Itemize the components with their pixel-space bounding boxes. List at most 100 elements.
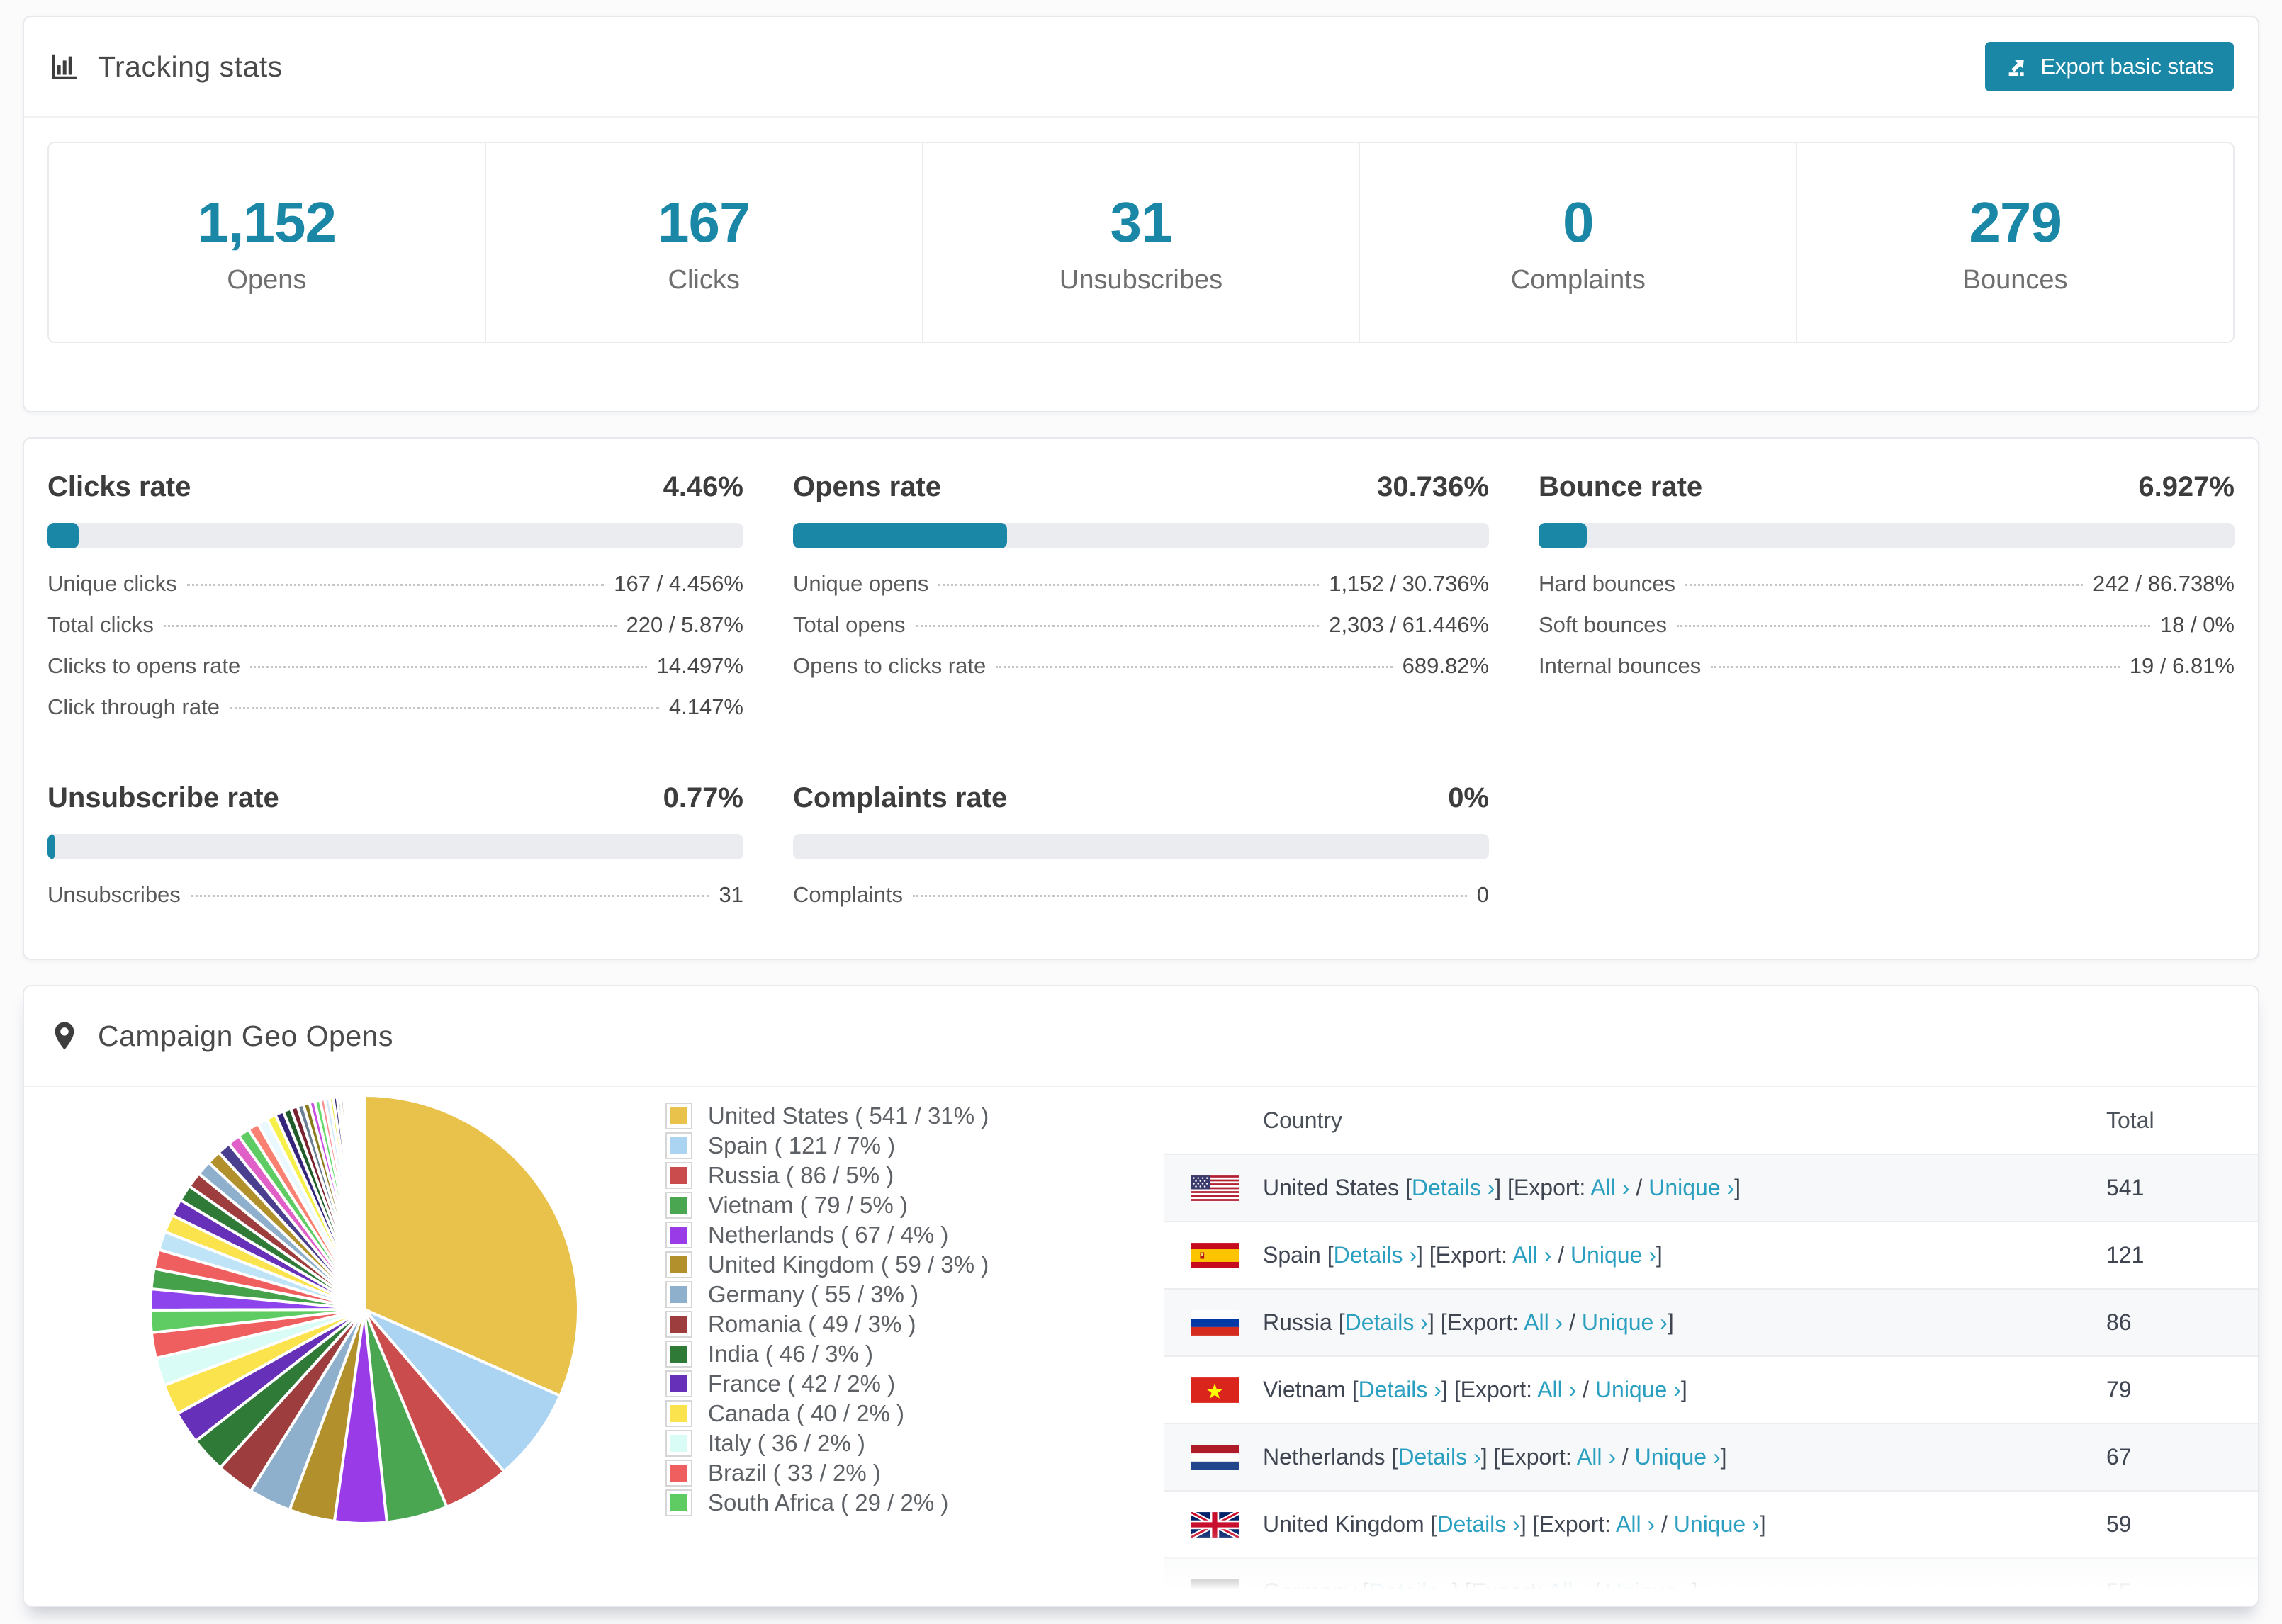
country-cell: Netherlands [Details ›] [Export: All › /… bbox=[1263, 1444, 1726, 1470]
export-all-link[interactable]: All › bbox=[1537, 1377, 1576, 1402]
rate-row: Internal bounces 19 / 6.81% bbox=[1539, 653, 2235, 694]
legend-swatch bbox=[665, 1311, 692, 1338]
details-link[interactable]: Details › bbox=[1334, 1242, 1417, 1268]
details-link[interactable]: Details › bbox=[1437, 1511, 1519, 1537]
rate-row: Unsubscribes 31 bbox=[47, 882, 743, 923]
dotted-leader bbox=[186, 584, 605, 586]
legend-item-germany: Germany ( 55 / 3% ) bbox=[665, 1280, 989, 1309]
geo-body: United States ( 541 / 31% ) Spain ( 121 /… bbox=[24, 1087, 2258, 1606]
tracking-stats-card: Tracking stats Export basic stats 1,152 O… bbox=[23, 16, 2259, 412]
bracket-text: / bbox=[1551, 1242, 1570, 1268]
geo-table-row-nl: Netherlands [Details ›] [Export: All › /… bbox=[1164, 1423, 2258, 1490]
total-column-header: Total bbox=[2106, 1107, 2154, 1133]
campaign-geo-opens-card: Campaign Geo Opens United States ( 541 /… bbox=[23, 985, 2259, 1607]
export-unique-link[interactable]: Unique › bbox=[1595, 1377, 1681, 1402]
bracket-text: ] bbox=[1691, 1579, 1698, 1604]
legend-item-united-states: United States ( 541 / 31% ) bbox=[665, 1101, 989, 1131]
legend-swatch bbox=[665, 1162, 692, 1189]
bracket-text: / bbox=[1655, 1511, 1674, 1537]
rate-head: Unsubscribe rate 0.77% bbox=[47, 782, 743, 814]
rates-grid: Clicks rate 4.46% Unique clicks 167 / 4.456… bbox=[24, 439, 2258, 923]
export-unique-link[interactable]: Unique › bbox=[1674, 1511, 1760, 1537]
stat-complaints: 0 Complaints bbox=[1359, 143, 1796, 342]
rate-value: 6.927% bbox=[2138, 471, 2235, 502]
stat-clicks: 167 Clicks bbox=[484, 143, 922, 342]
legend-swatch bbox=[665, 1489, 692, 1516]
dotted-leader bbox=[915, 625, 1320, 627]
export-all-link[interactable]: All › bbox=[1512, 1242, 1551, 1268]
country-column-header: Country bbox=[1263, 1107, 1343, 1133]
total-cell: 121 bbox=[2106, 1242, 2145, 1268]
bracket-text: ] [Export: bbox=[1451, 1579, 1548, 1604]
legend-swatch bbox=[665, 1341, 692, 1368]
legend-swatch bbox=[665, 1132, 692, 1159]
details-link[interactable]: Details › bbox=[1359, 1377, 1441, 1402]
geo-table-row-es: Spain [Details ›] [Export: All › / Uniqu… bbox=[1164, 1221, 2258, 1288]
country-cell: United Kingdom [Details ›] [Export: All … bbox=[1263, 1511, 1766, 1538]
rate-row: Hard bounces 242 / 86.738% bbox=[1539, 571, 2235, 612]
rate-progress-bar bbox=[47, 834, 743, 859]
page-title: Tracking stats bbox=[98, 50, 283, 83]
rate-title: Opens rate bbox=[793, 471, 941, 502]
rate-head: Clicks rate 4.46% bbox=[47, 471, 743, 503]
total-cell: 86 bbox=[2106, 1309, 2132, 1335]
rate-row-value: 18 / 0% bbox=[2159, 612, 2235, 637]
us-flag-icon bbox=[1191, 1175, 1263, 1201]
geo-table-row-vn: Vietnam [Details ›] [Export: All › / Uni… bbox=[1164, 1355, 2258, 1423]
stat-value: 1,152 bbox=[197, 190, 337, 254]
legend-swatch bbox=[665, 1460, 692, 1487]
geo-table-header: Country Total bbox=[1164, 1087, 2258, 1154]
export-unique-link[interactable]: Unique › bbox=[1635, 1444, 1721, 1470]
export-basic-stats-button[interactable]: Export basic stats bbox=[1985, 42, 2234, 91]
stat-unsubscribes: 31 Unsubscribes bbox=[921, 143, 1359, 342]
rate-rows: Unsubscribes 31 bbox=[47, 882, 743, 923]
export-unique-link[interactable]: Unique › bbox=[1606, 1579, 1692, 1604]
total-cell: 541 bbox=[2106, 1175, 2145, 1200]
rate-title: Clicks rate bbox=[47, 471, 191, 502]
legend-swatch bbox=[665, 1430, 692, 1457]
details-link[interactable]: Details › bbox=[1412, 1175, 1495, 1200]
export-all-link[interactable]: All › bbox=[1616, 1511, 1655, 1537]
export-all-link[interactable]: All › bbox=[1590, 1175, 1629, 1200]
rate-row-label: Hard bounces bbox=[1539, 571, 1676, 596]
export-unique-link[interactable]: Unique › bbox=[1570, 1242, 1656, 1268]
dotted-leader bbox=[250, 666, 647, 668]
legend-item-spain: Spain ( 121 / 7% ) bbox=[665, 1131, 989, 1161]
rate-row-value: 19 / 6.81% bbox=[2129, 653, 2235, 678]
stat-value: 31 bbox=[1110, 190, 1173, 254]
legend-label: Brazil ( 33 / 2% ) bbox=[708, 1460, 881, 1486]
stat-label: Opens bbox=[227, 264, 307, 295]
export-unique-link[interactable]: Unique › bbox=[1582, 1309, 1668, 1335]
rate-progress-bar bbox=[793, 834, 1489, 859]
rate-row-label: Unique clicks bbox=[47, 571, 177, 596]
bracket-text: ] bbox=[1680, 1377, 1687, 1402]
details-link[interactable]: Details › bbox=[1345, 1309, 1428, 1335]
stat-label: Unsubscribes bbox=[1059, 264, 1223, 295]
rate-row-label: Soft bounces bbox=[1539, 612, 1667, 637]
bracket-text: Spain [ bbox=[1263, 1242, 1334, 1268]
total-cell: 55 bbox=[2106, 1579, 2132, 1604]
rate-row-label: Complaints bbox=[793, 882, 904, 907]
rate-row: Unique opens 1,152 / 30.736% bbox=[793, 571, 1489, 612]
legend-swatch bbox=[665, 1281, 692, 1308]
details-link[interactable]: Details › bbox=[1398, 1444, 1480, 1470]
rate-row-value: 31 bbox=[719, 882, 743, 907]
rate-rows: Hard bounces 242 / 86.738% Soft bounces 18 … bbox=[1539, 571, 2235, 694]
legend-swatch bbox=[665, 1222, 692, 1248]
legend-label: India ( 46 / 3% ) bbox=[708, 1341, 873, 1367]
export-all-link[interactable]: All › bbox=[1524, 1309, 1563, 1335]
dotted-leader bbox=[163, 625, 617, 627]
details-link[interactable]: Details › bbox=[1368, 1579, 1451, 1604]
rate-progress-fill bbox=[47, 834, 55, 859]
es-flag-icon bbox=[1191, 1242, 1263, 1268]
legend-item-south-africa: South Africa ( 29 / 2% ) bbox=[665, 1488, 989, 1518]
export-unique-link[interactable]: Unique › bbox=[1648, 1175, 1734, 1200]
legend-label: Spain ( 121 / 7% ) bbox=[708, 1132, 896, 1158]
legend-swatch bbox=[665, 1192, 692, 1219]
rate-progress-fill bbox=[1539, 523, 1587, 548]
rate-row-label: Opens to clicks rate bbox=[793, 653, 987, 678]
export-all-link[interactable]: All › bbox=[1577, 1444, 1616, 1470]
export-all-link[interactable]: All › bbox=[1548, 1579, 1587, 1604]
bracket-text: / bbox=[1587, 1579, 1606, 1604]
dotted-leader bbox=[229, 707, 659, 709]
